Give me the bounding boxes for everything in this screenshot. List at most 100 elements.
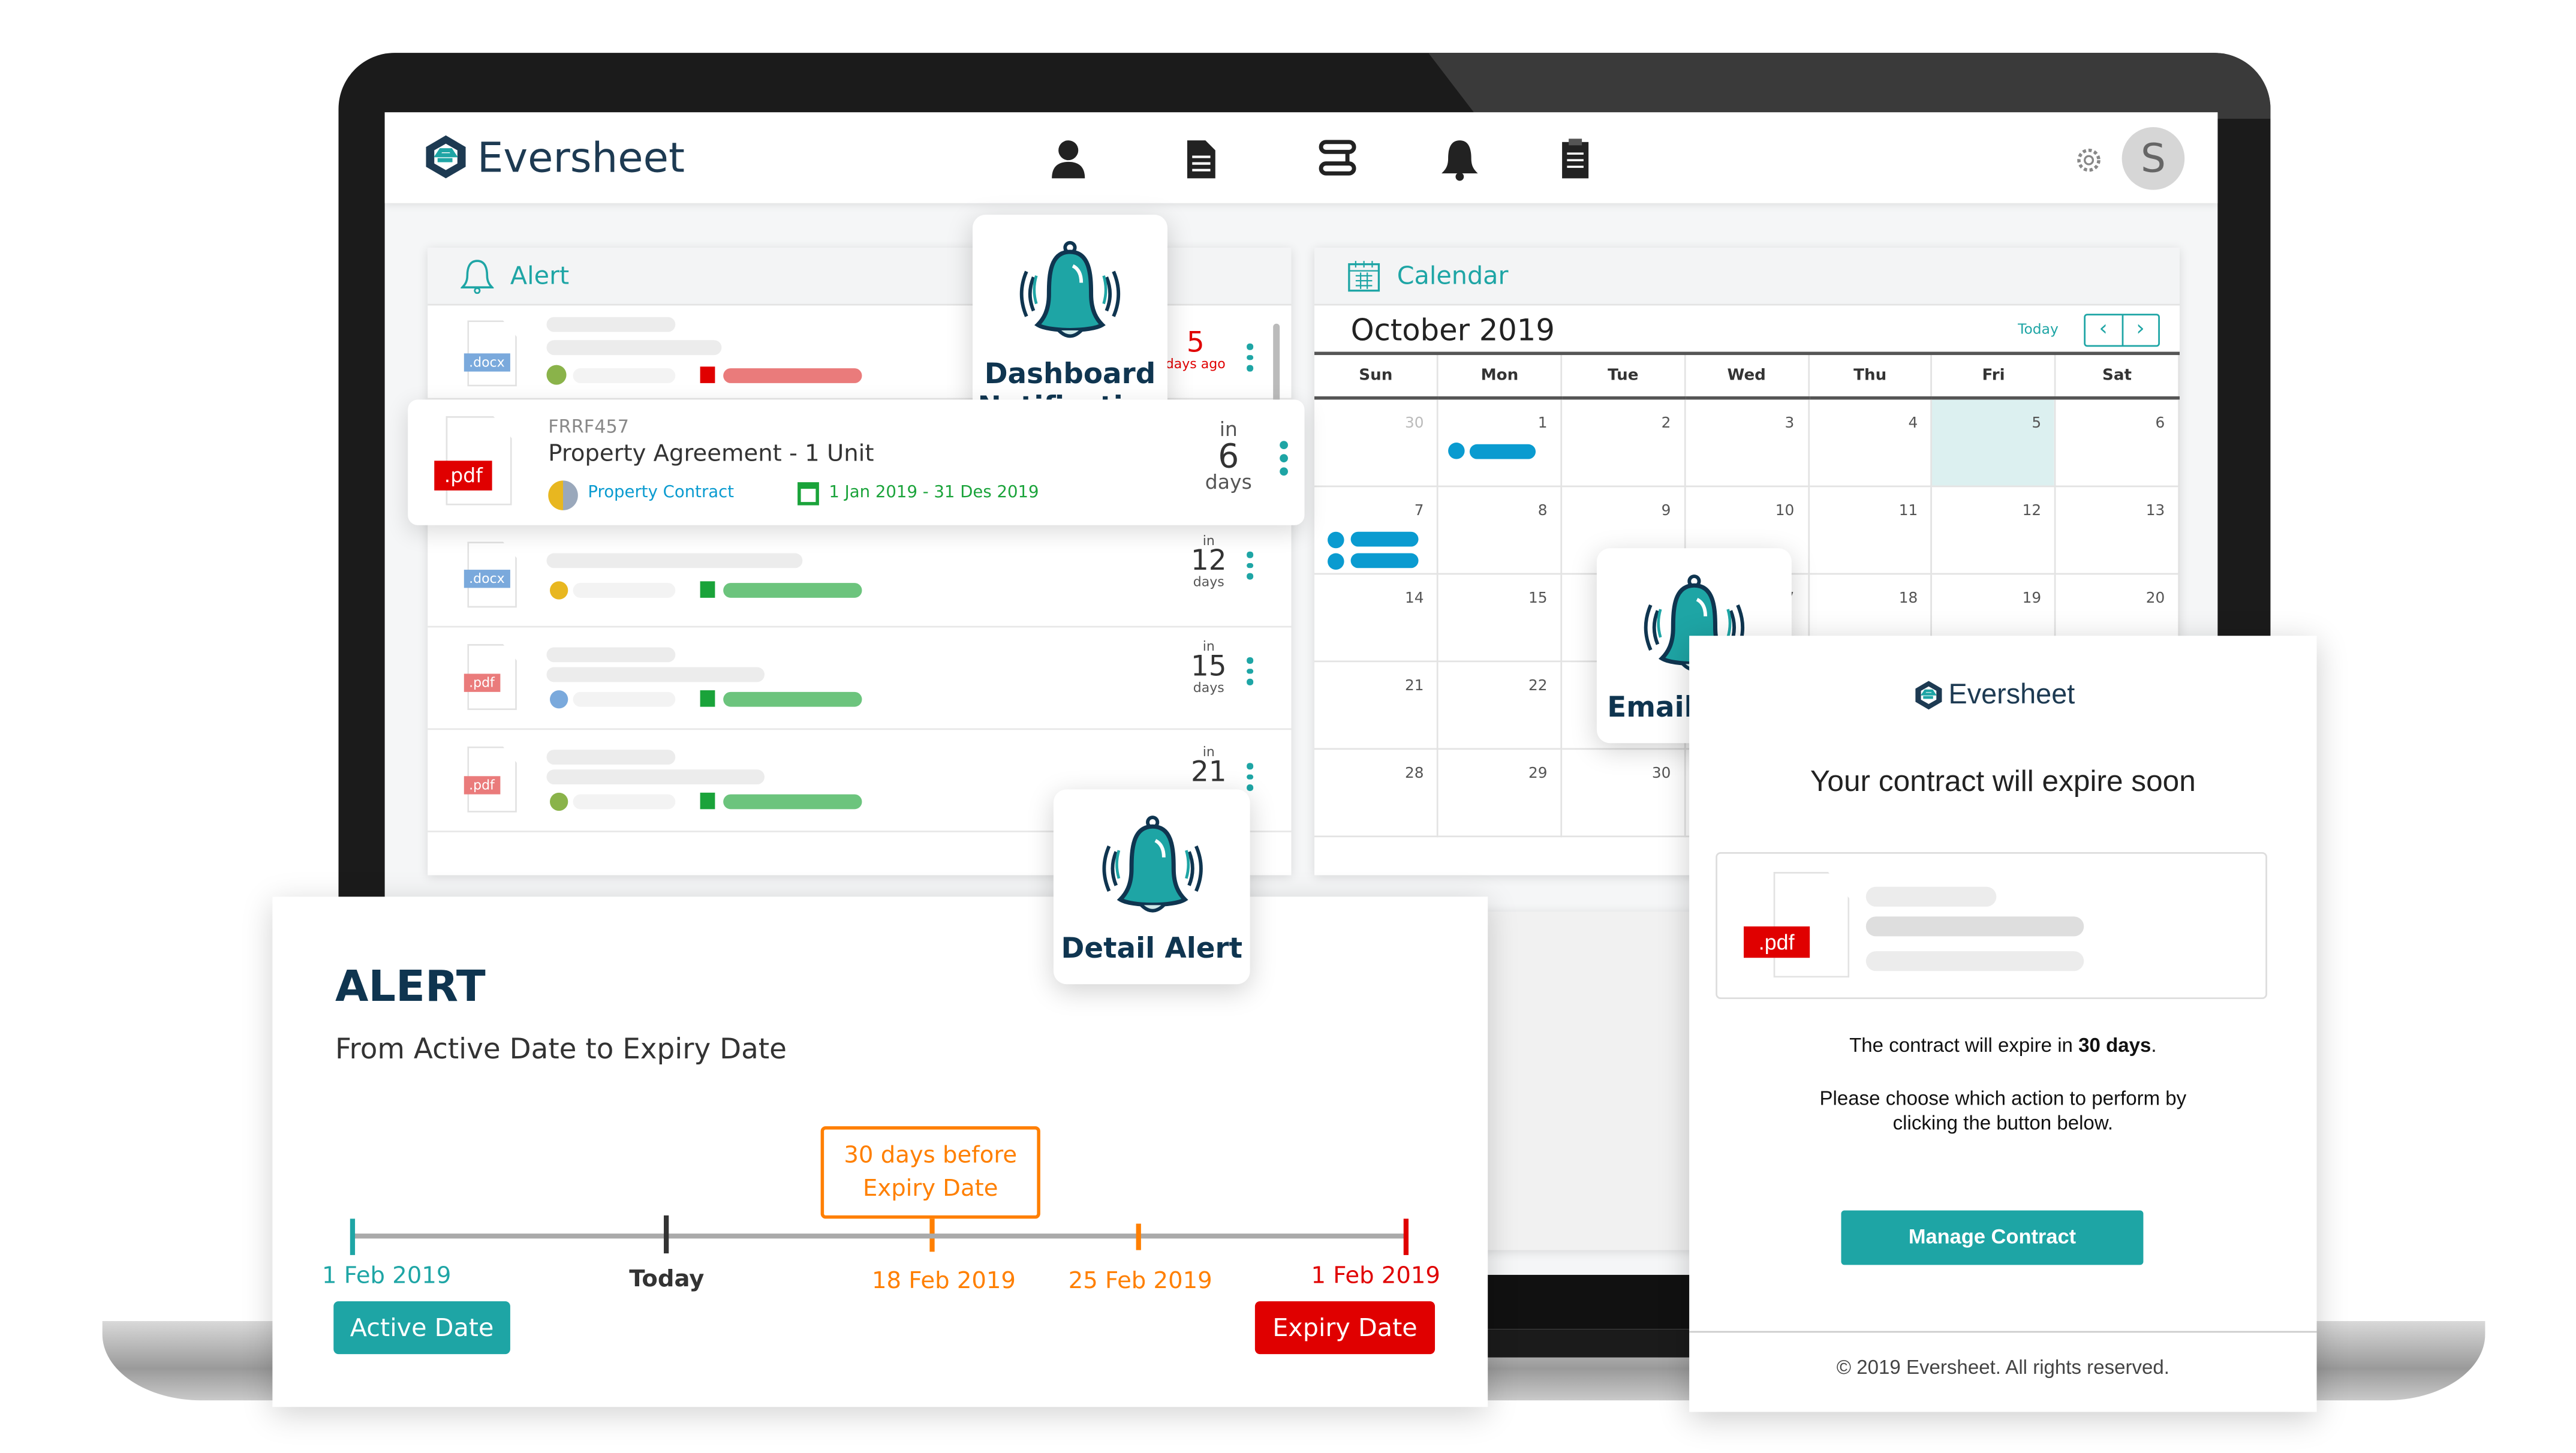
- timeline-axis: [351, 1234, 1406, 1239]
- day-number: 11: [1898, 503, 1918, 520]
- workflow-icon[interactable]: [1314, 136, 1361, 182]
- day-number: 30: [1651, 765, 1671, 782]
- calendar-event[interactable]: [1470, 444, 1536, 459]
- building-avatar-icon: [550, 690, 568, 709]
- eversheet-logo[interactable]: Eversheet: [421, 132, 685, 182]
- calendar-icon: [798, 482, 819, 506]
- day-number: 20: [2145, 590, 2165, 607]
- brand-name: Eversheet: [477, 133, 685, 181]
- timeline-label: 25 Feb 2019: [1068, 1268, 1212, 1295]
- manage-contract-button[interactable]: Manage Contract: [1841, 1210, 2144, 1265]
- calendar-icon: [700, 581, 715, 598]
- next-month-chevron-right-icon[interactable]: ›: [2123, 315, 2158, 345]
- document-icon[interactable]: [1177, 136, 1223, 182]
- day-number: 14: [1405, 590, 1424, 607]
- house-icon: [1448, 443, 1465, 459]
- weekday-header: Wed: [1684, 355, 1810, 400]
- today-button[interactable]: Today: [2018, 322, 2059, 339]
- calendar-day[interactable]: 28: [1314, 748, 1439, 837]
- top-navbar: Eversheet S: [384, 112, 2218, 203]
- building-avatar-icon: [550, 581, 568, 600]
- calendar-day[interactable]: 1: [1437, 398, 1563, 486]
- expiry-date-button[interactable]: Expiry Date: [1254, 1301, 1436, 1355]
- calendar-day[interactable]: 6: [2055, 398, 2180, 486]
- avatar[interactable]: S: [2121, 127, 2185, 190]
- calendar-panel-title: Calendar: [1397, 261, 1509, 291]
- calendar-icon: [700, 792, 715, 810]
- alert-row-highlighted[interactable]: .pdf FRRF457 Property Agreement - 1 Unit…: [408, 399, 1305, 525]
- more-options-icon[interactable]: [1247, 763, 1253, 795]
- calendar-day[interactable]: 5: [1931, 398, 2056, 486]
- event-icon: [1328, 531, 1344, 547]
- more-options-icon[interactable]: [1247, 551, 1253, 584]
- calendar-day[interactable]: 22: [1437, 660, 1563, 749]
- email-footer: © 2019 Eversheet. All rights reserved.: [1836, 1355, 2169, 1379]
- calendar-event[interactable]: [1350, 552, 1419, 567]
- email-file-card[interactable]: .pdf: [1716, 852, 2267, 1000]
- prev-month-chevron-left-icon[interactable]: ‹: [2086, 315, 2123, 345]
- timeline-tick-expiry: [1403, 1219, 1409, 1255]
- file-type-tag: .docx: [464, 353, 510, 372]
- day-number: 6: [2155, 416, 2165, 433]
- bell-icon[interactable]: [1437, 136, 1483, 182]
- calendar-day[interactable]: 29: [1437, 748, 1563, 837]
- file-type-tag: .pdf: [464, 673, 500, 692]
- calendar-day[interactable]: 8: [1437, 485, 1563, 574]
- timeline-tick-today: [664, 1215, 669, 1254]
- calendar-day[interactable]: 14: [1314, 573, 1439, 661]
- calendar-day[interactable]: 3: [1684, 398, 1810, 486]
- detail-title: ALERT: [335, 962, 486, 1013]
- weekday-header: Thu: [1808, 355, 1933, 400]
- calendar-event[interactable]: [1350, 531, 1419, 546]
- calendar-icon: [1348, 261, 1380, 292]
- detail-alert-panel: ALERT From Active Date to Expiry Date 30…: [272, 897, 1488, 1407]
- more-options-icon[interactable]: [1247, 657, 1253, 690]
- building-avatar-icon: [546, 365, 567, 385]
- user-event-icon: [1328, 552, 1344, 569]
- user-icon[interactable]: [1045, 136, 1091, 182]
- day-number: 21: [1405, 678, 1424, 694]
- calendar-day[interactable]: 2: [1561, 398, 1686, 486]
- alert-row[interactable]: .pdf in 15 days: [428, 631, 1292, 730]
- contract-period: 1 Jan 2019 - 31 Des 2019: [829, 483, 1039, 503]
- weekday-header: Sun: [1314, 355, 1439, 400]
- contract-category[interactable]: Property Contract: [588, 484, 734, 502]
- calendar-day[interactable]: 13: [2055, 485, 2180, 574]
- more-options-icon[interactable]: [1247, 343, 1253, 376]
- detail-subtitle: From Active Date to Expiry Date: [335, 1033, 787, 1067]
- calendar-day[interactable]: 30: [1314, 398, 1439, 486]
- bell-icon: [1010, 238, 1129, 350]
- gear-icon[interactable]: [2074, 145, 2104, 175]
- file-type-tag: .pdf: [464, 776, 500, 795]
- alert-panel-title: Alert: [510, 261, 570, 291]
- timeline-label: 18 Feb 2019: [872, 1268, 1016, 1295]
- calendar-day[interactable]: 30: [1561, 748, 1686, 837]
- bell-outline-icon: [461, 260, 494, 294]
- calendar-day[interactable]: 11: [1808, 485, 1933, 574]
- weekday-header: Fri: [1931, 355, 2056, 400]
- day-number: 3: [1784, 416, 1795, 433]
- email-brand: Eversheet: [1912, 679, 2075, 712]
- email-instruction-text: Please choose which action to perform by…: [1819, 1087, 2187, 1135]
- contract-title[interactable]: Property Agreement - 1 Unit: [548, 441, 874, 467]
- scrollbar[interactable]: [1273, 323, 1280, 403]
- calendar-day[interactable]: 4: [1808, 398, 1933, 486]
- day-number: 19: [2022, 590, 2042, 607]
- day-number: 9: [1661, 503, 1671, 520]
- calendar-day[interactable]: 7: [1314, 485, 1439, 574]
- day-number: 10: [1775, 503, 1795, 520]
- clipboard-icon[interactable]: [1552, 136, 1599, 182]
- day-number: 1: [1537, 416, 1548, 433]
- more-options-icon[interactable]: [1280, 441, 1288, 480]
- file-type-tag: .pdf: [1744, 926, 1810, 958]
- calendar-month-label: October 2019: [1350, 314, 1555, 349]
- calendar-icon: [700, 690, 715, 707]
- email-heading: Your contract will expire soon: [1810, 765, 2196, 798]
- alert-row[interactable]: .docx in 12 days: [428, 528, 1292, 628]
- file-type-tag: .docx: [464, 570, 510, 588]
- eversheet-logo-icon: [421, 132, 471, 182]
- active-date-button[interactable]: Active Date: [333, 1301, 510, 1355]
- calendar-day[interactable]: 12: [1931, 485, 2056, 574]
- calendar-day[interactable]: 21: [1314, 660, 1439, 749]
- calendar-day[interactable]: 15: [1437, 573, 1563, 661]
